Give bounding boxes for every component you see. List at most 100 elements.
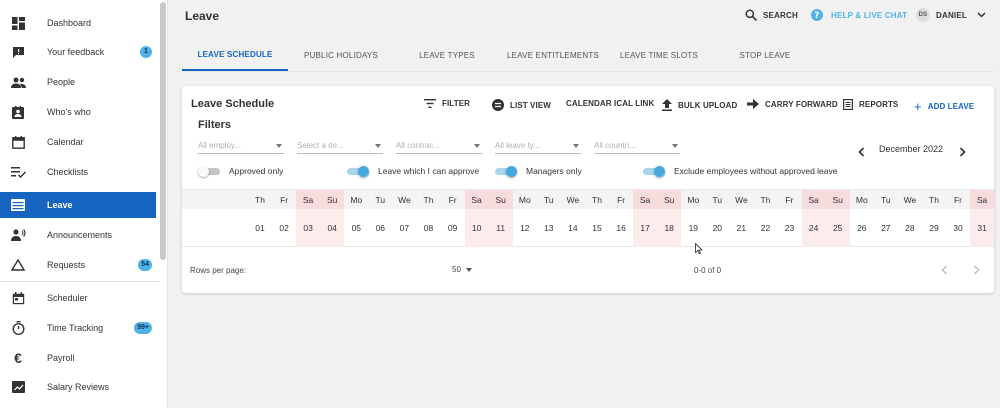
sidebar-item-scheduler[interactable]: Scheduler: [0, 285, 156, 311]
reports-button[interactable]: REPORTS: [843, 99, 898, 110]
calendar-day-16[interactable]: 16: [609, 209, 633, 247]
calendar-day-3[interactable]: 03: [296, 209, 321, 247]
calendar-day-8[interactable]: 08: [417, 209, 441, 247]
calendar-weekday-24: Sa: [801, 190, 826, 210]
tab-leave-schedule[interactable]: LEAVE SCHEDULE: [182, 40, 288, 71]
filter-button[interactable]: FILTER: [424, 99, 470, 108]
list-view-button[interactable]: LIST VIEW: [492, 99, 551, 111]
user-menu[interactable]: DS DANIEL: [916, 8, 986, 22]
filter-icon: [424, 99, 436, 108]
leave-type-filter-select[interactable]: All leave ty...: [495, 138, 581, 154]
calendar-day-6[interactable]: 06: [368, 209, 392, 247]
calendar-day-24[interactable]: 24: [801, 209, 826, 247]
calendar-ical-label: CALENDAR ICAL LINK: [566, 99, 655, 108]
calendar-weekday-30: Fr: [953, 195, 963, 205]
calendar-day-11[interactable]: 11: [488, 209, 513, 247]
calendar-day-21[interactable]: 21: [729, 209, 753, 247]
calendar-weekday-6: Tu: [375, 195, 386, 205]
tab-leave-entitlements[interactable]: LEAVE ENTITLEMENTS: [500, 40, 606, 71]
tab-leave-types[interactable]: LEAVE TYPES: [394, 40, 500, 71]
calendar-day-2[interactable]: 02: [272, 209, 296, 247]
calendar-day-7[interactable]: 07: [392, 209, 416, 247]
approvable-leave-toggle[interactable]: Leave which I can approve: [347, 166, 479, 177]
sidebar-item-requests[interactable]: Requests 54: [0, 252, 156, 278]
calendar-ical-link-button[interactable]: CALENDAR ICAL LINK: [566, 99, 654, 108]
top-header: Leave SEARCH ? HELP & LIVE CHAT DS DANIE…: [168, 0, 1000, 32]
managers-only-toggle[interactable]: Managers only: [495, 166, 582, 177]
sidebar-item-dashboard[interactable]: Dashboard: [0, 10, 156, 36]
calendar-day-29[interactable]: 29: [922, 209, 946, 247]
sidebar-item-calendar[interactable]: Calendar: [0, 129, 156, 155]
approved-only-toggle[interactable]: Approved only: [198, 166, 283, 177]
sidebar-item-announcements[interactable]: Announcements: [0, 222, 156, 248]
calendar-day-19[interactable]: 19: [681, 209, 705, 247]
department-filter-select[interactable]: Select a de...: [297, 138, 383, 154]
country-filter-select[interactable]: All countri...: [594, 138, 680, 154]
calendar-day-22[interactable]: 22: [754, 209, 778, 247]
sidebar-item-your-feedback[interactable]: Your feedback 1: [0, 39, 156, 65]
sidebar-item-people[interactable]: People: [0, 69, 156, 95]
sidebar-item-time-tracking[interactable]: Time Tracking 99+: [0, 315, 156, 341]
calendar-weekday-20: Tu: [712, 195, 723, 205]
contact-card-icon: [10, 104, 26, 120]
toggle-switch[interactable]: [495, 166, 517, 177]
toggle-switch[interactable]: [643, 166, 665, 177]
bulk-upload-button[interactable]: BULK UPLOAD: [662, 99, 737, 111]
dropdown-arrow-icon: [375, 144, 381, 148]
calendar-day-4[interactable]: 04: [320, 209, 345, 247]
calendar-day-13[interactable]: 13: [537, 209, 561, 247]
calendar-day-28[interactable]: 28: [898, 209, 922, 247]
search-button[interactable]: SEARCH: [745, 9, 798, 21]
previous-page-button[interactable]: [941, 264, 948, 278]
exclude-employees-toggle[interactable]: Exclude employees without approved leave: [643, 166, 838, 177]
calendar-day-12[interactable]: 12: [513, 209, 537, 247]
page-title: Leave: [185, 9, 220, 23]
calendar-weekday-10: Sa: [464, 190, 489, 210]
sidebar-item-salary-reviews[interactable]: Salary Reviews: [0, 374, 156, 400]
toggle-switch[interactable]: [347, 166, 369, 177]
toggle-switch[interactable]: [198, 166, 220, 177]
arrow-right-icon: [747, 99, 759, 109]
calendar-day-5[interactable]: 05: [344, 209, 368, 247]
tab-stop-leave[interactable]: STOP LEAVE: [712, 40, 818, 71]
sidebar-scrollbar[interactable]: [160, 2, 166, 260]
calendar-day-30[interactable]: 30: [946, 209, 970, 247]
calendar-day-27[interactable]: 27: [874, 209, 898, 247]
rows-per-page-select[interactable]: 50: [452, 265, 472, 274]
help-live-chat-button[interactable]: ? HELP & LIVE CHAT: [811, 9, 907, 21]
calendar-day-9[interactable]: 09: [441, 209, 465, 247]
next-month-button[interactable]: [959, 146, 966, 160]
tab-public-holidays[interactable]: PUBLIC HOLIDAYS: [288, 40, 394, 71]
calendar-day-31[interactable]: 31: [970, 209, 995, 247]
search-icon: [745, 9, 757, 21]
calendar-weekday-11: Su: [488, 190, 513, 210]
employee-filter-select[interactable]: All employ...: [198, 138, 284, 154]
calendar-day-17[interactable]: 17: [633, 209, 658, 247]
add-leave-button[interactable]: + ADD LEAVE: [914, 99, 974, 114]
sidebar-item-checklists[interactable]: Checklists: [0, 159, 156, 185]
calendar-day-26[interactable]: 26: [850, 209, 874, 247]
previous-month-button[interactable]: [858, 146, 865, 160]
search-label: SEARCH: [763, 10, 798, 20]
calendar-day-25[interactable]: 25: [825, 209, 850, 247]
calendar-day-20[interactable]: 20: [705, 209, 729, 247]
calendar-day-14[interactable]: 14: [561, 209, 585, 247]
chevron-left-icon: [941, 265, 947, 275]
calendar-day-23[interactable]: 23: [778, 209, 802, 247]
tab-leave-time-slots[interactable]: LEAVE TIME SLOTS: [606, 40, 712, 71]
sidebar-item-label: Time Tracking: [47, 323, 104, 333]
sidebar-divider: [0, 281, 160, 282]
sidebar-item-leave[interactable]: Leave: [0, 192, 156, 218]
sidebar-item-whos-who[interactable]: Who's who: [0, 99, 156, 125]
calendar-day-15[interactable]: 15: [585, 209, 609, 247]
contract-filter-select[interactable]: All contrac...: [396, 138, 482, 154]
next-page-button[interactable]: [973, 264, 980, 278]
calendar-day-18[interactable]: 18: [657, 209, 682, 247]
add-leave-label: ADD LEAVE: [927, 102, 975, 111]
calendar-icon: [10, 134, 26, 150]
calendar-day-1[interactable]: 01: [248, 209, 272, 247]
carry-forward-button[interactable]: CARRY FORWARD: [747, 99, 838, 109]
calendar-day-10[interactable]: 10: [464, 209, 489, 247]
salary-review-icon: [10, 379, 26, 395]
sidebar-item-payroll[interactable]: € Payroll: [0, 345, 156, 371]
